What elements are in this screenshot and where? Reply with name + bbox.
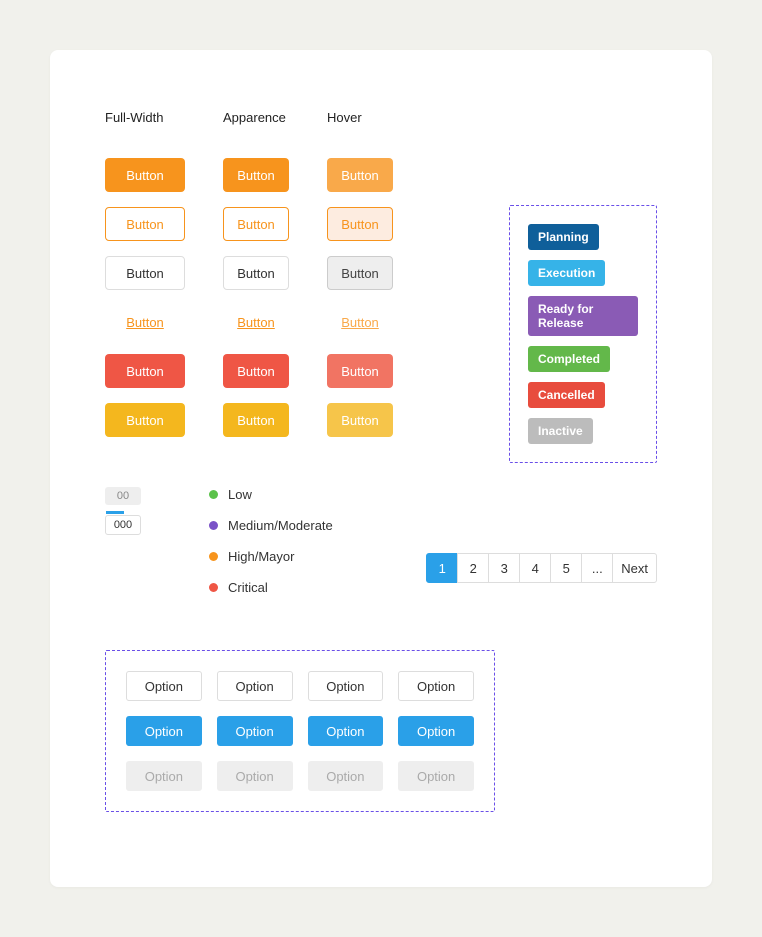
col-hover: Hover Button Button Button Button Button… [327,110,393,437]
button-red-solid[interactable]: Button [105,354,185,388]
severity-label: Medium/Moderate [228,518,333,533]
col-fullwidth: Full-Width Button Button Button Button B… [105,110,185,437]
option-row-muted: Option Option Option Option [126,761,474,791]
status-tag[interactable]: Inactive [528,418,593,444]
pagination: 12345...Next [427,553,657,583]
option-outline[interactable]: Option [398,671,474,701]
col-header-appearance: Apparence [223,110,289,125]
status-tag[interactable]: Ready for Release [528,296,638,336]
page-...[interactable]: ... [581,553,613,583]
severity-item: High/Mayor [209,549,333,564]
stepper-active[interactable]: 000 [105,515,141,535]
option-outline[interactable]: Option [308,671,384,701]
steppers: 00 000 [105,487,141,595]
button-neutral-outline-sm[interactable]: Button [223,256,289,290]
page-4[interactable]: 4 [519,553,551,583]
option-muted[interactable]: Option [126,761,202,791]
button-neutral-outline[interactable]: Button [105,256,185,290]
button-neutral-outline-hover[interactable]: Button [327,256,393,290]
page-next[interactable]: Next [612,553,657,583]
button-yellow-solid[interactable]: Button [105,403,185,437]
status-tag[interactable]: Cancelled [528,382,605,408]
button-orange-solid-sm[interactable]: Button [223,158,289,192]
option-outline[interactable]: Option [126,671,202,701]
severity-label: Low [228,487,252,502]
option-row-outline: Option Option Option Option [126,671,474,701]
button-link-orange-sm[interactable]: Button [237,305,275,339]
col-appearance: Apparence Button Button Button Button Bu… [223,110,289,437]
option-primary[interactable]: Option [398,716,474,746]
severity-legend: Low Medium/Moderate High/Mayor Critical [209,487,333,595]
option-outline[interactable]: Option [217,671,293,701]
button-link-orange[interactable]: Button [126,305,164,339]
severity-item: Critical [209,580,333,595]
severity-label: High/Mayor [228,549,294,564]
page-1[interactable]: 1 [426,553,458,583]
option-muted[interactable]: Option [308,761,384,791]
severity-label: Critical [228,580,268,595]
col-header-fullwidth: Full-Width [105,110,185,125]
severity-item: Medium/Moderate [209,518,333,533]
button-orange-solid[interactable]: Button [105,158,185,192]
button-red-solid-sm[interactable]: Button [223,354,289,388]
stepper-inactive[interactable]: 00 [105,487,141,505]
col-header-hover: Hover [327,110,393,125]
severity-dot-icon [209,583,218,592]
button-orange-outline-sm[interactable]: Button [223,207,289,241]
severity-item: Low [209,487,333,502]
severity-dot-icon [209,521,218,530]
options-box: Option Option Option Option Option Optio… [105,650,495,812]
component-sheet: Full-Width Button Button Button Button B… [50,50,712,887]
button-yellow-solid-sm[interactable]: Button [223,403,289,437]
button-red-solid-hover[interactable]: Button [327,354,393,388]
option-muted[interactable]: Option [398,761,474,791]
option-primary[interactable]: Option [217,716,293,746]
button-orange-outline[interactable]: Button [105,207,185,241]
page-3[interactable]: 3 [488,553,520,583]
option-primary[interactable]: Option [308,716,384,746]
page-5[interactable]: 5 [550,553,582,583]
button-orange-outline-hover[interactable]: Button [327,207,393,241]
status-tags-box: Planning Execution Ready for Release Comple… [509,205,657,463]
button-orange-solid-hover[interactable]: Button [327,158,393,192]
severity-dot-icon [209,490,218,499]
page-2[interactable]: 2 [457,553,489,583]
severity-dot-icon [209,552,218,561]
status-tag[interactable]: Execution [528,260,605,286]
option-muted[interactable]: Option [217,761,293,791]
status-tag[interactable]: Planning [528,224,599,250]
status-tag[interactable]: Completed [528,346,610,372]
option-primary[interactable]: Option [126,716,202,746]
button-yellow-solid-hover[interactable]: Button [327,403,393,437]
button-link-orange-hover[interactable]: Button [341,305,379,339]
option-row-primary: Option Option Option Option [126,716,474,746]
